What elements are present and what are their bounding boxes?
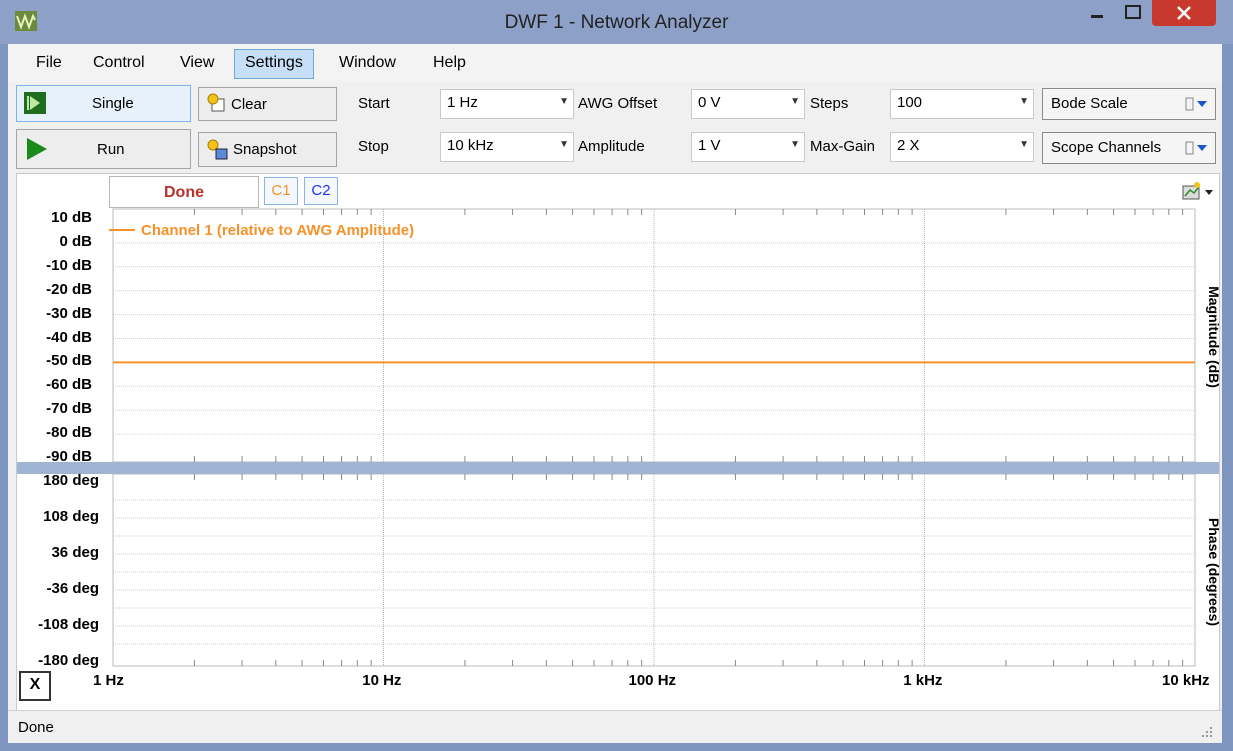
frequency-tick-label: 1 kHz — [903, 672, 943, 689]
phase-tick-label: 108 deg — [43, 508, 99, 525]
snapshot-button[interactable]: Snapshot — [198, 132, 337, 167]
window-title: DWF 1 - Network Analyzer — [504, 12, 729, 33]
close-icon — [1177, 6, 1191, 20]
dropdown-menu-icon — [1185, 97, 1207, 111]
snapshot-label: Snapshot — [233, 141, 297, 158]
max-gain-label: Max-Gain — [810, 138, 876, 155]
amplitude-combo[interactable]: 1 V ▼ — [691, 132, 805, 162]
magnitude-tick-label: -50 dB — [46, 352, 92, 370]
dropdown-menu-icon — [1185, 141, 1207, 155]
start-combo[interactable]: 1 Hz ▼ — [440, 89, 574, 119]
menu-file[interactable]: File — [26, 49, 72, 77]
chevron-down-icon: ▼ — [559, 139, 569, 150]
phase-tick-label: -36 deg — [46, 580, 99, 597]
frequency-tick-label: 10 kHz — [1162, 672, 1210, 689]
chevron-down-icon: ▼ — [790, 96, 800, 107]
magnitude-tick-label: -20 dB — [46, 280, 92, 298]
minimize-icon — [1091, 15, 1103, 18]
chevron-down-icon: ▼ — [790, 139, 800, 150]
start-label: Start — [358, 95, 390, 112]
magnitude-tick-label: -90 dB — [46, 448, 92, 465]
menu-bar: File Control View Settings Window Help — [8, 44, 1222, 82]
bode-scale-label: Bode Scale — [1051, 95, 1128, 112]
run-label: Run — [97, 140, 125, 158]
awg-offset-label: AWG Offset — [578, 95, 658, 112]
stop-label: Stop — [358, 138, 389, 155]
phase-tick-label: -180 deg — [38, 652, 99, 669]
play-icon — [27, 138, 47, 160]
phase-tick-label: -108 deg — [38, 616, 99, 633]
resize-grip-icon[interactable] — [1200, 725, 1214, 739]
x-axis-button[interactable]: X — [19, 671, 51, 701]
magnitude-tick-label: -60 dB — [46, 376, 92, 394]
clear-label: Clear — [231, 95, 267, 113]
client-area: File Control View Settings Window Help S… — [8, 44, 1222, 743]
chevron-down-icon: ▼ — [1019, 96, 1029, 107]
plot-area: Done C1 C2 Channel 1 (relative to AWG Am… — [16, 173, 1222, 715]
menu-help[interactable]: Help — [423, 49, 476, 77]
magnitude-tick-label: -10 dB — [46, 256, 92, 274]
pane-splitter — [17, 462, 1219, 474]
start-value: 1 Hz — [447, 94, 478, 111]
single-button[interactable]: Single — [16, 85, 191, 122]
amplitude-value: 1 V — [698, 137, 721, 154]
frequency-tick-label: 100 Hz — [628, 672, 677, 689]
single-label: Single — [92, 95, 134, 112]
steps-value: 100 — [897, 94, 923, 111]
stop-combo[interactable]: 10 kHz ▼ — [440, 132, 574, 162]
close-button[interactable] — [1152, 0, 1216, 26]
maximize-icon — [1125, 5, 1141, 19]
magnitude-tick-label: -80 dB — [46, 424, 92, 442]
status-bar: Done — [8, 710, 1222, 743]
steps-label: Steps — [810, 95, 849, 112]
magnitude-axis-label-box: Magnitude (dB) — [1205, 214, 1225, 464]
phase-axis-label: Phase (degrees) — [1206, 517, 1222, 627]
magnitude-tick-label: -30 dB — [46, 304, 92, 322]
max-gain-value: 2 X — [897, 137, 920, 154]
menu-control[interactable]: Control — [83, 49, 155, 77]
maximize-button[interactable] — [1116, 0, 1150, 26]
awg-offset-combo[interactable]: 0 V ▼ — [691, 89, 805, 119]
frequency-tick-label: 10 Hz — [362, 672, 402, 689]
chevron-down-icon: ▼ — [559, 96, 569, 107]
menu-window[interactable]: Window — [329, 49, 406, 77]
magnitude-tick-label: 10 dB — [51, 209, 92, 226]
phase-tick-label: 36 deg — [51, 544, 99, 561]
amplitude-label: Amplitude — [578, 138, 645, 155]
clear-button[interactable]: Clear — [198, 87, 337, 121]
magnitude-tick-label: -70 dB — [46, 400, 92, 418]
steps-combo[interactable]: 100 ▼ — [890, 89, 1034, 119]
bode-plot-canvas[interactable]: Channel 1 (relative to AWG Amplitude) — [17, 174, 1219, 714]
max-gain-combo[interactable]: 2 X ▼ — [890, 132, 1034, 162]
stop-value: 10 kHz — [447, 137, 494, 154]
frequency-tick-label: 1 Hz — [93, 672, 124, 689]
legend-label-channel1: Channel 1 (relative to AWG Amplitude) — [141, 222, 414, 239]
phase-axis-label-box: Phase (degrees) — [1205, 474, 1225, 674]
bode-scale-button[interactable]: Bode Scale — [1042, 88, 1216, 120]
menu-settings[interactable]: Settings — [234, 49, 314, 79]
minimize-button[interactable] — [1082, 0, 1112, 26]
run-button[interactable]: Run — [16, 129, 191, 169]
clear-icon — [207, 93, 225, 112]
snapshot-icon — [207, 139, 228, 160]
scope-channels-label: Scope Channels — [1051, 139, 1162, 156]
magnitude-tick-label: 0 dB — [59, 232, 92, 250]
title-bar: DWF 1 - Network Analyzer — [0, 0, 1233, 44]
status-text: Done — [18, 719, 54, 736]
chevron-down-icon: ▼ — [1019, 139, 1029, 150]
phase-tick-label: 180 deg — [43, 472, 99, 489]
magnitude-axis-label: Magnitude (dB) — [1206, 286, 1222, 388]
awg-offset-value: 0 V — [698, 94, 721, 111]
single-icon — [24, 92, 46, 114]
scope-channels-button[interactable]: Scope Channels — [1042, 132, 1216, 164]
menu-view[interactable]: View — [170, 49, 224, 77]
magnitude-tick-label: -40 dB — [46, 328, 92, 346]
